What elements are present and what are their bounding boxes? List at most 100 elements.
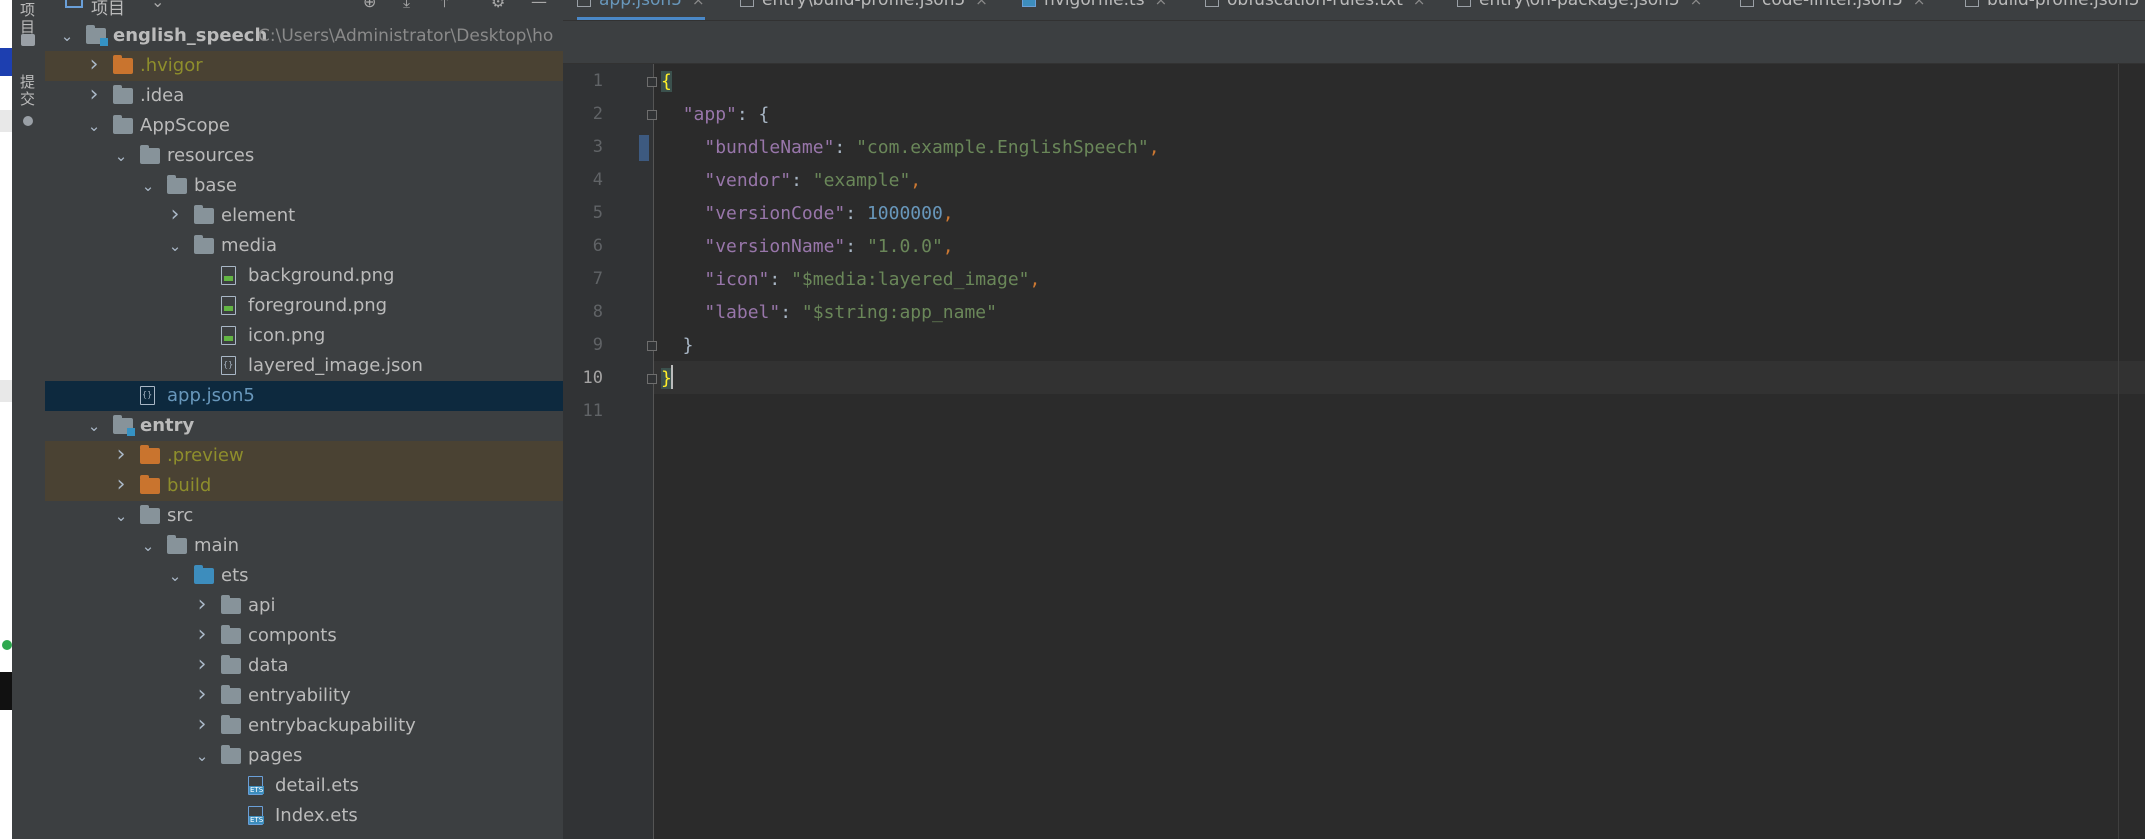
collapse-all-icon[interactable]: ⤓ (403, 0, 421, 11)
fold-toggle-icon[interactable] (647, 110, 657, 120)
chevron-right-icon[interactable]: › (113, 471, 129, 501)
tree-item-icon-png[interactable]: icon.png (45, 321, 563, 351)
tree-item-entrybackupability[interactable]: › entrybackupability (45, 711, 563, 741)
chevron-right-icon[interactable]: › (86, 81, 102, 111)
tree-item-layered-image-json[interactable]: layered_image.json (45, 351, 563, 381)
editor-tab[interactable]: hvigorfile.ts × (1022, 0, 1167, 19)
close-icon[interactable]: × (1690, 0, 1703, 9)
chevron-right-icon[interactable]: › (167, 201, 183, 231)
image-file-icon (221, 266, 236, 285)
right-margin-guide (2118, 64, 2119, 839)
tree-item-resources[interactable]: ⌄ resources (45, 141, 563, 171)
close-icon[interactable]: × (975, 0, 988, 9)
code-token: , (1029, 269, 1041, 290)
chevron-down-icon[interactable]: ⌄ (140, 531, 156, 561)
expand-all-icon[interactable]: ⤒ (441, 0, 459, 11)
chevron-right-icon[interactable]: › (194, 621, 210, 651)
tree-item-api[interactable]: › api (45, 591, 563, 621)
editor-tab[interactable]: entry\build-profile.json5 × (740, 0, 988, 19)
tree-item-ets[interactable]: ⌄ ets (45, 561, 563, 591)
code-token: { (661, 71, 672, 92)
chevron-down-icon[interactable]: ⌄ (113, 501, 129, 531)
line-number: 6 (592, 236, 603, 256)
close-icon[interactable]: × (692, 0, 705, 9)
chevron-right-icon[interactable]: › (86, 51, 102, 81)
tree-item-hvigor[interactable]: › .hvigor (45, 51, 563, 81)
tree-item-english-speech[interactable]: ⌄ english_speech C:\Users\Administrator\De… (45, 21, 563, 51)
tree-item-base[interactable]: ⌄ base (45, 171, 563, 201)
chevron-down-icon[interactable]: ⌄ (113, 141, 129, 171)
chevron-down-icon[interactable]: ⌄ (167, 561, 183, 591)
tree-item-entryability[interactable]: › entryability (45, 681, 563, 711)
code-token: } (661, 335, 694, 356)
tree-item-index-ets[interactable]: Index.ets (45, 801, 563, 831)
chevron-right-icon[interactable]: › (194, 651, 210, 681)
tree-item-background-png[interactable]: background.png (45, 261, 563, 291)
chevron-down-icon[interactable]: ⌄ (86, 411, 102, 441)
editor-tab[interactable]: entry\oh-package.json5 × (1457, 0, 1702, 19)
close-icon[interactable]: × (1913, 0, 1926, 9)
gear-icon[interactable]: ⚙ (491, 0, 509, 11)
chevron-right-icon[interactable]: › (194, 591, 210, 621)
tree-item-src[interactable]: ⌄ src (45, 501, 563, 531)
tree-item-media[interactable]: ⌄ media (45, 231, 563, 261)
chevron-down-icon[interactable]: ⌄ (167, 231, 183, 261)
close-icon[interactable]: × (1413, 0, 1426, 9)
json-file-icon (577, 0, 591, 7)
folder-icon (194, 205, 214, 224)
tree-item-detail-ets[interactable]: detail.ets (45, 771, 563, 801)
chevron-down-icon[interactable]: ⌄ (151, 0, 169, 11)
editor-tab[interactable]: app.json5 × (577, 0, 705, 20)
editor-toolbar (563, 21, 2145, 64)
tree-item-app-json5[interactable]: app.json5 (45, 381, 563, 411)
chevron-right-icon[interactable]: › (194, 681, 210, 711)
chevron-right-icon[interactable]: › (194, 711, 210, 741)
add-icon[interactable]: ⊕ (363, 0, 381, 11)
code-token: : (780, 302, 802, 323)
tree-item-main[interactable]: ⌄ main (45, 531, 563, 561)
project-panel-header: 项目 ⌄ ⊕ ⤓ ⤒ ⚙ — (45, 0, 563, 19)
tree-item-build[interactable]: › build (45, 471, 563, 501)
tree-item-element[interactable]: › element (45, 201, 563, 231)
tree-item-preview[interactable]: › .preview (45, 441, 563, 471)
fold-toggle-icon[interactable] (647, 77, 657, 87)
project-panel-title[interactable]: 项目 (91, 0, 125, 19)
tree-item-data[interactable]: › data (45, 651, 563, 681)
folder-icon (221, 745, 241, 764)
tree-item-entry[interactable]: ⌄ entry (45, 411, 563, 441)
code-line: "vendor": "example", (661, 164, 921, 197)
code-token: "vendor" (704, 170, 792, 191)
tree-item-label: entryability (248, 685, 351, 706)
commit-tool-tab[interactable]: 提交 (18, 74, 38, 108)
chevron-down-icon[interactable]: ⌄ (194, 741, 210, 771)
chevron-down-icon[interactable]: ⌄ (86, 111, 102, 141)
chevron-right-icon[interactable]: › (113, 441, 129, 471)
tree-item-pages[interactable]: ⌄ pages (45, 741, 563, 771)
background-window-fragment (0, 48, 12, 76)
folder-icon (221, 715, 241, 734)
fold-toggle-icon[interactable] (647, 374, 657, 384)
hide-icon[interactable]: — (531, 0, 549, 11)
project-tool-tab[interactable]: 项目 (18, 2, 38, 36)
fold-toggle-icon[interactable] (647, 341, 657, 351)
editor-tab[interactable]: code-linter.json5 × (1740, 0, 1925, 19)
tree-item-label: media (221, 235, 278, 256)
line-number: 1 (592, 71, 603, 91)
code-token: "com.example.EnglishSpeech" (856, 137, 1149, 158)
chevron-down-icon[interactable]: ⌄ (59, 21, 75, 51)
image-file-icon (221, 296, 236, 315)
chevron-down-icon[interactable]: ⌄ (140, 171, 156, 201)
line-number: 2 (592, 104, 603, 124)
tree-item-componts[interactable]: › componts (45, 621, 563, 651)
editor-tab[interactable]: build-profile.json5 (1965, 0, 2140, 19)
editor-tab[interactable]: obfuscation-rules.txt × (1205, 0, 1425, 19)
close-icon[interactable]: × (1155, 0, 1168, 9)
change-marker (639, 135, 649, 161)
tree-item-foreground-png[interactable]: foreground.png (45, 291, 563, 321)
tree-item-label: entrybackupability (248, 715, 416, 736)
tree-item-appscope[interactable]: ⌄ AppScope (45, 111, 563, 141)
tree-item-label: entry (140, 415, 195, 436)
tree-item-label: build (167, 475, 212, 496)
tree-item-idea[interactable]: › .idea (45, 81, 563, 111)
background-window-fragment (0, 110, 12, 132)
